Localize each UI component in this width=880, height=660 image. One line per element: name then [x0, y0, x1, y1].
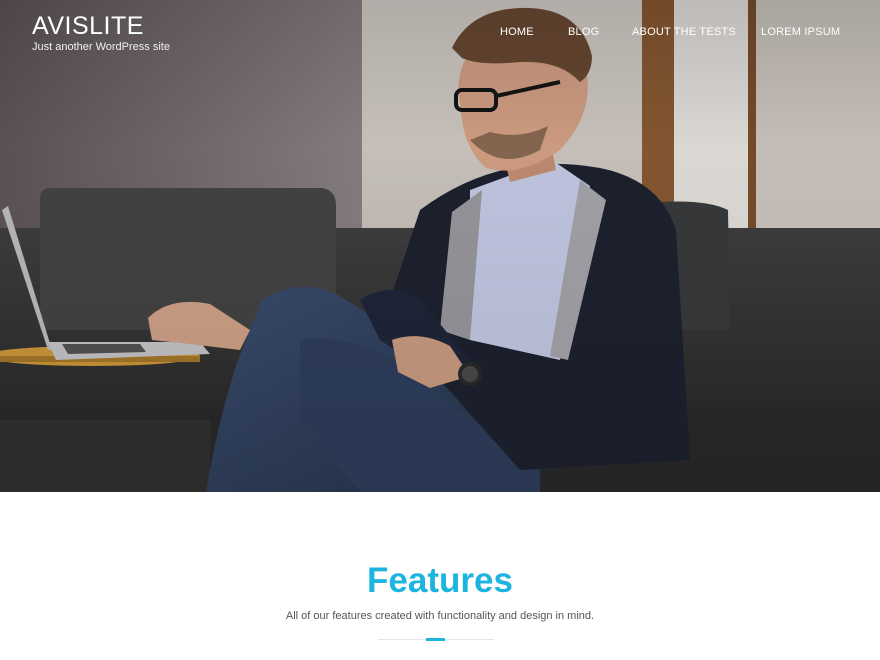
nav-item-home[interactable]: HOME: [500, 25, 534, 39]
features-heading: Features: [367, 561, 513, 600]
nav-item-about-the-tests[interactable]: ABOUT THE TESTS: [632, 25, 736, 39]
hero-overlay: [0, 0, 880, 492]
features-subtitle: All of our features created with functio…: [285, 610, 595, 622]
nav-item-lorem-ipsum[interactable]: LOREM IPSUM: [761, 25, 840, 39]
site-tagline: Just another WordPress site: [32, 41, 170, 53]
section-divider-accent: [426, 638, 445, 641]
nav-item-blog[interactable]: BLOG: [568, 25, 599, 39]
features-section: Features All of our features created wit…: [0, 492, 880, 660]
main-navigation: HOME BLOG ABOUT THE TESTS LOREM IPSUM: [0, 25, 880, 39]
hero-header: AVISLITE Just another WordPress site HOM…: [0, 0, 880, 492]
